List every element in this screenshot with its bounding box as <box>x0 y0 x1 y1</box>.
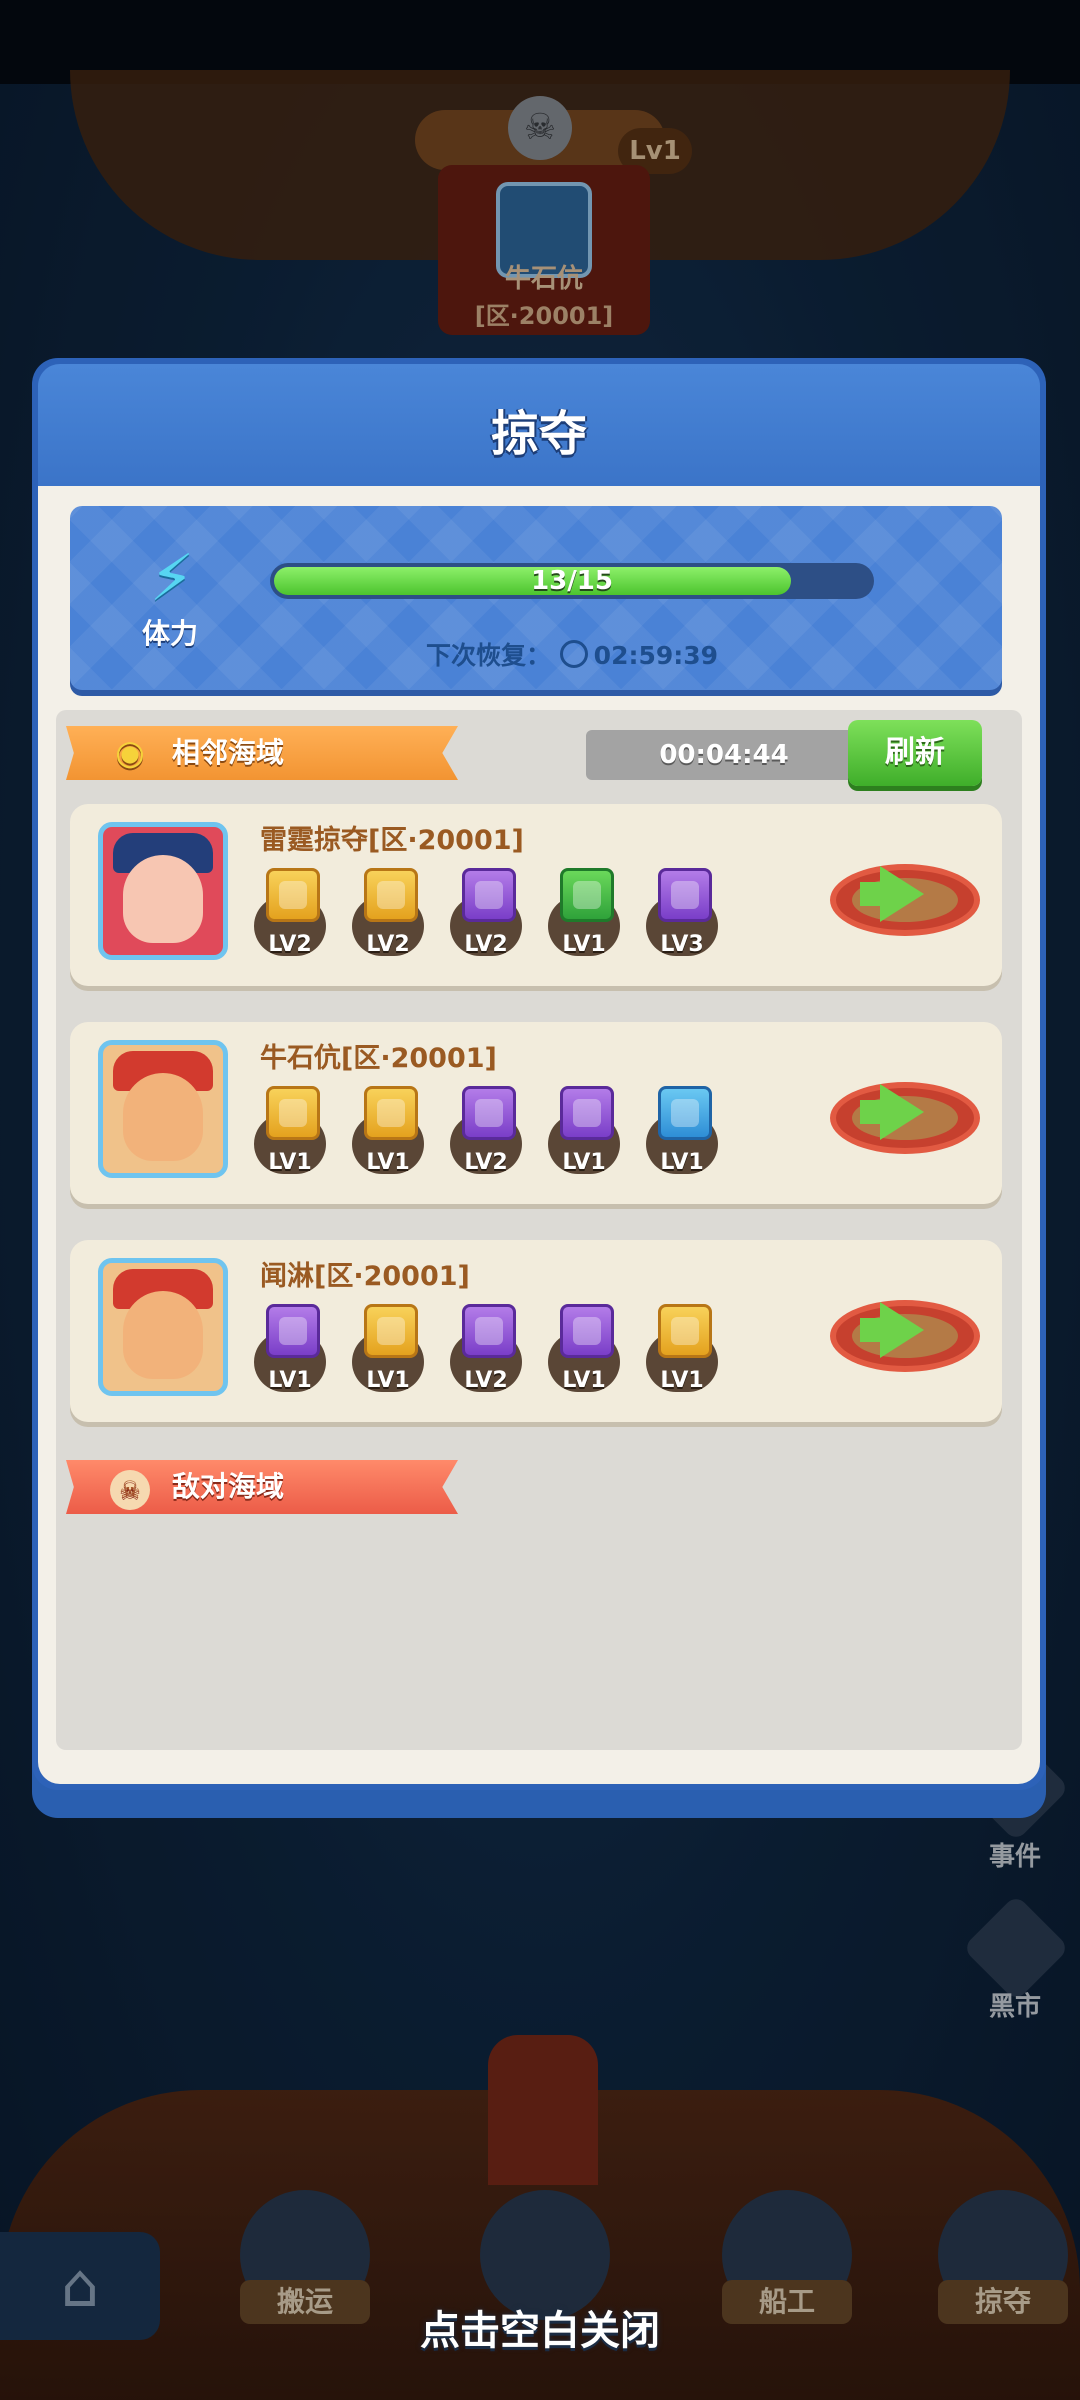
resource-icon <box>364 868 418 922</box>
resource-level: LV1 <box>366 1368 410 1393</box>
resource-level: LV3 <box>660 932 704 957</box>
dialog-header: 掠夺 <box>38 364 1040 486</box>
resource-level: LV1 <box>660 1150 704 1175</box>
resource-icon <box>560 1304 614 1358</box>
resource-icon <box>364 1086 418 1140</box>
dialog-title: 掠夺 <box>490 406 587 462</box>
resource-item: LV1 <box>352 1086 424 1182</box>
resource-item: LV1 <box>646 1304 718 1400</box>
resource-level: LV1 <box>268 1150 312 1175</box>
resource-item: LV1 <box>548 1304 620 1400</box>
skull-icon: ☠ <box>108 1460 152 1514</box>
target-row[interactable]: 雷霆掠夺[区·20001] LV2 LV2 LV2 LV1 LV3 <box>70 804 1002 986</box>
clock-icon <box>559 640 588 668</box>
close-hint: 点击空白关闭 <box>420 2308 660 2354</box>
resource-icon <box>560 868 614 922</box>
player-avatar <box>98 1040 228 1178</box>
stamina-value: 13/15 <box>531 566 613 596</box>
raid-boat-button[interactable] <box>830 1062 980 1162</box>
resource-level: LV1 <box>562 1368 606 1393</box>
target-row[interactable]: 牛石伉[区·20001] LV1 LV1 LV2 LV1 LV1 <box>70 1022 1002 1204</box>
resource-level: LV2 <box>464 932 508 957</box>
hostile-sea-label: 敌对海域 <box>172 1470 285 1503</box>
player-avatar <box>98 1258 228 1396</box>
resource-icon <box>266 1304 320 1358</box>
resource-icon <box>658 868 712 922</box>
resource-item: LV2 <box>352 868 424 964</box>
resource-item: LV1 <box>352 1304 424 1400</box>
resource-level: LV1 <box>562 1150 606 1175</box>
player-name: 闻淋[区·20001] <box>260 1261 470 1292</box>
resource-item: LV1 <box>254 1086 326 1182</box>
resource-level: LV2 <box>464 1368 508 1393</box>
resource-level: LV1 <box>660 1368 704 1393</box>
resource-icon <box>658 1304 712 1358</box>
resource-level: LV1 <box>268 1368 312 1393</box>
resource-item: LV1 <box>254 1304 326 1400</box>
hostile-sea-header: ☠ 敌对海域 <box>66 1460 458 1514</box>
resource-icon <box>266 868 320 922</box>
resource-icon <box>364 1304 418 1358</box>
player-name: 雷霆掠夺[区·20001] <box>260 825 524 856</box>
recover-info: 下次恢复： 02:59:39 <box>270 636 874 672</box>
resource-item: LV1 <box>646 1086 718 1182</box>
player-name: 牛石伉[区·20001] <box>260 1043 497 1074</box>
player-avatar <box>98 822 228 960</box>
resource-level: LV2 <box>464 1150 508 1175</box>
resource-level: LV1 <box>366 1150 410 1175</box>
lightning-icon: ⚡ <box>149 542 195 616</box>
sea-list: ◉ 相邻海域 00:04:44 刷新 雷霆掠夺[区·20001] LV2 LV2 LV… <box>56 710 1022 1750</box>
target-row[interactable]: 闻淋[区·20001] LV1 LV1 LV2 LV1 LV1 <box>70 1240 1002 1422</box>
nearby-sea-header: ◉ 相邻海域 <box>66 726 458 780</box>
resource-icon <box>658 1086 712 1140</box>
resource-item: LV2 <box>450 1304 522 1400</box>
nearby-sea-label: 相邻海域 <box>172 736 285 769</box>
resource-item: LV2 <box>450 868 522 964</box>
location-pin-icon: ◉ <box>115 733 145 773</box>
stamina-label: 体力 <box>141 617 198 650</box>
refresh-timer: 00:04:44 <box>586 730 862 780</box>
resource-level: LV2 <box>366 932 410 957</box>
plunder-dialog: 掠夺 ⚡ 体力 13/15 下次恢复： 02:59:39 ◉ 相邻海域 00:0… <box>32 358 1046 1818</box>
resource-icon <box>462 1304 516 1358</box>
resource-level: LV2 <box>268 932 312 957</box>
recover-time: 02:59:39 <box>593 641 719 670</box>
resource-item: LV1 <box>548 1086 620 1182</box>
raid-boat-button[interactable] <box>830 844 980 944</box>
stamina-panel: ⚡ 体力 13/15 下次恢复： 02:59:39 <box>70 506 1002 690</box>
resource-icon <box>462 868 516 922</box>
resource-icon <box>560 1086 614 1140</box>
refresh-button[interactable]: 刷新 <box>848 720 982 786</box>
resource-item: LV3 <box>646 868 718 964</box>
resource-item: LV2 <box>450 1086 522 1182</box>
resource-item: LV2 <box>254 868 326 964</box>
resource-level: LV1 <box>562 932 606 957</box>
resource-icon <box>266 1086 320 1140</box>
resource-item: LV1 <box>548 868 620 964</box>
resource-icon <box>462 1086 516 1140</box>
recover-label: 下次恢复： <box>425 641 551 670</box>
stamina-bar: 13/15 <box>270 563 874 599</box>
raid-boat-button[interactable] <box>830 1280 980 1380</box>
